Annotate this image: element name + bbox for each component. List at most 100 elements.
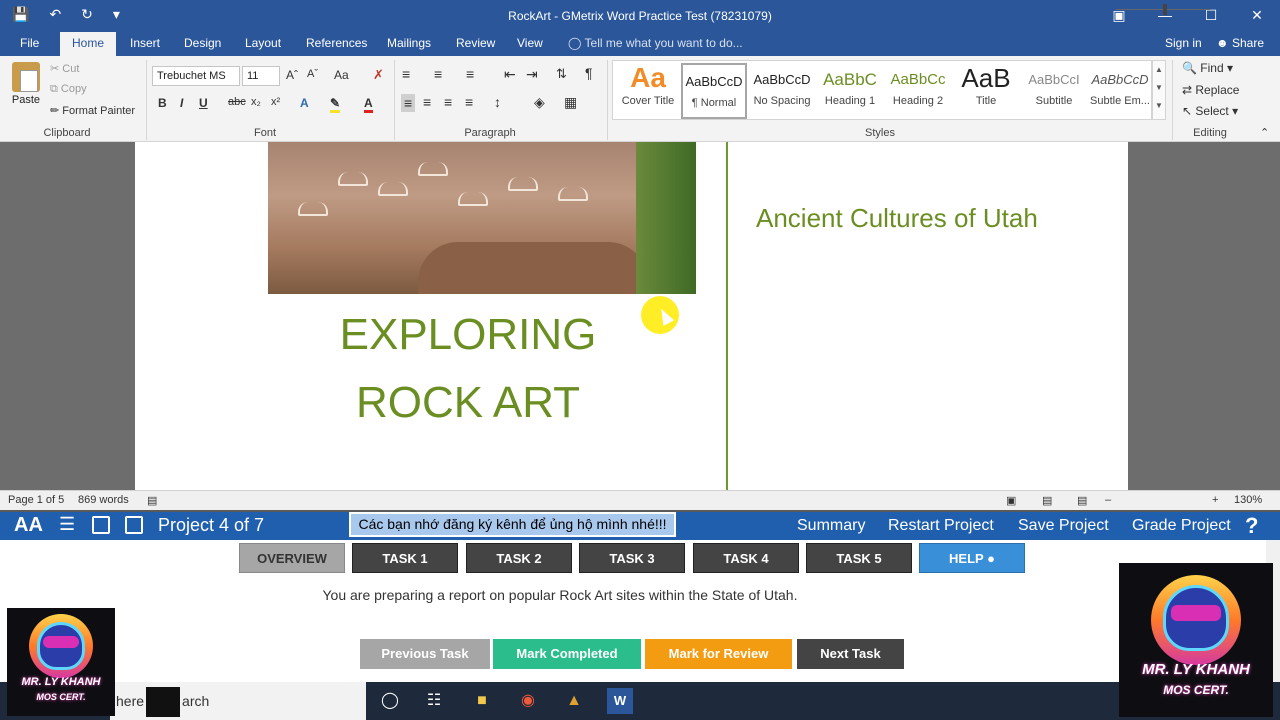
zoom-out-icon[interactable]: –: [1105, 494, 1111, 506]
tab-help[interactable]: HELP ●: [919, 543, 1025, 573]
read-mode-icon[interactable]: ▣: [1006, 494, 1016, 507]
mark-for-review-button[interactable]: Mark for Review: [645, 639, 792, 669]
tab-design[interactable]: Design: [184, 36, 221, 50]
format-painter-button[interactable]: ✏ Format Painter: [50, 104, 135, 117]
multilevel-list-icon[interactable]: ≡: [466, 66, 474, 82]
font-size-icon[interactable]: AA: [14, 514, 43, 537]
borders-icon[interactable]: ▦: [564, 94, 577, 111]
style-subtitle[interactable]: AaBbCcI Subtitle: [1021, 63, 1087, 119]
style-title[interactable]: AaB Title: [953, 63, 1019, 119]
clear-formatting-icon[interactable]: ✗: [373, 67, 384, 83]
cortana-icon[interactable]: ◯: [377, 688, 403, 714]
zoom-slider-thumb[interactable]: [1163, 4, 1167, 15]
menu-icon[interactable]: ☰: [59, 515, 77, 534]
align-center-icon[interactable]: ≡: [423, 94, 431, 110]
rock-art-image[interactable]: [268, 142, 696, 294]
next-task-button[interactable]: Next Task: [797, 639, 904, 669]
decrease-indent-icon[interactable]: ⇤: [504, 66, 516, 83]
taskbar-search[interactable]: here arch: [110, 682, 366, 720]
font-group-label: Font: [253, 127, 276, 139]
summary-link[interactable]: Summary: [797, 517, 865, 535]
tab-task-1[interactable]: TASK 1: [352, 543, 458, 573]
paste-button[interactable]: Paste: [8, 60, 44, 106]
bold-icon[interactable]: B: [158, 96, 167, 110]
increase-indent-icon[interactable]: ⇥: [526, 66, 538, 83]
gmetrix-icon[interactable]: ▲: [561, 688, 587, 714]
tell-me-search[interactable]: ◯ Tell me what you want to do...: [568, 36, 743, 50]
style-normal[interactable]: AaBbCcD ¶ Normal: [681, 63, 747, 119]
style-no-spacing[interactable]: AaBbCcD No Spacing: [749, 63, 815, 119]
show-marks-icon[interactable]: ¶: [585, 65, 593, 81]
highlight-icon[interactable]: ✎: [330, 96, 341, 113]
tab-overview[interactable]: OVERVIEW: [239, 543, 345, 573]
style-heading-1[interactable]: AaBbC Heading 1: [817, 63, 883, 119]
styles-gallery-scroll[interactable]: ▲ ▼ ▼: [1152, 60, 1166, 120]
help-icon[interactable]: ?: [1245, 513, 1258, 539]
copy-button[interactable]: ⧉ Copy: [50, 83, 87, 96]
file-explorer-icon[interactable]: ■: [469, 688, 495, 714]
line-spacing-icon[interactable]: ↕: [494, 94, 501, 110]
grade-project-link[interactable]: Grade Project: [1132, 517, 1231, 535]
grow-font-icon[interactable]: Aˆ: [286, 68, 298, 82]
cut-button[interactable]: ✂ Cut: [50, 62, 79, 75]
style-subtle-emphasis[interactable]: AaBbCcD Subtle Em...: [1087, 63, 1153, 119]
proofing-icon[interactable]: ▤: [147, 494, 157, 507]
italic-icon[interactable]: I: [180, 96, 183, 110]
underline-icon[interactable]: U: [199, 96, 208, 110]
text-effects-icon[interactable]: A: [300, 96, 309, 110]
tab-layout[interactable]: Layout: [245, 36, 281, 50]
numbering-icon[interactable]: ≡: [434, 66, 442, 82]
task-view-icon[interactable]: ☷: [421, 688, 447, 714]
tab-task-3[interactable]: TASK 3: [579, 543, 685, 573]
strikethrough-icon[interactable]: abc: [228, 96, 246, 108]
subscript-icon[interactable]: x₂: [251, 96, 261, 108]
align-left-icon[interactable]: ≡: [401, 94, 416, 112]
tab-mailings[interactable]: Mailings: [387, 36, 431, 50]
change-case-button[interactable]: Aa: [334, 68, 349, 82]
font-color-icon[interactable]: A: [364, 96, 373, 113]
find-button[interactable]: 🔍 Find ▾: [1182, 61, 1233, 75]
chrome-icon[interactable]: ◉: [515, 688, 541, 714]
font-size-box[interactable]: 11: [242, 66, 280, 86]
tab-task-5[interactable]: TASK 5: [806, 543, 912, 573]
style-cover-title[interactable]: Aa Cover Title: [615, 63, 681, 119]
font-name-box[interactable]: Trebuchet MS: [152, 66, 240, 86]
mark-completed-button[interactable]: Mark Completed: [493, 639, 641, 669]
bullets-icon[interactable]: ≡: [402, 66, 410, 82]
shrink-font-icon[interactable]: Aˇ: [307, 68, 318, 80]
share-button[interactable]: ☻ Share: [1216, 36, 1264, 50]
tab-review[interactable]: Review: [456, 36, 495, 50]
word-icon[interactable]: W: [607, 688, 633, 714]
tab-file[interactable]: File: [20, 36, 39, 50]
tab-task-4[interactable]: TASK 4: [693, 543, 799, 573]
style-heading-2[interactable]: AaBbCc Heading 2: [885, 63, 951, 119]
word-count[interactable]: 869 words: [78, 494, 129, 506]
save-project-link[interactable]: Save Project: [1018, 517, 1109, 535]
web-layout-icon[interactable]: ▤: [1077, 494, 1087, 507]
tab-references[interactable]: References: [306, 36, 367, 50]
print-layout-icon[interactable]: ▤: [1042, 494, 1052, 507]
restart-project-link[interactable]: Restart Project: [888, 517, 994, 535]
page-count[interactable]: Page 1 of 5: [8, 494, 64, 506]
previous-task-button[interactable]: Previous Task: [360, 639, 490, 669]
maximize-icon[interactable]: ☐: [1188, 0, 1234, 32]
zoom-level[interactable]: 130%: [1234, 494, 1262, 506]
select-button[interactable]: ↖ Select ▾: [1182, 104, 1238, 118]
tab-task-2[interactable]: TASK 2: [466, 543, 572, 573]
justify-icon[interactable]: ≡: [465, 94, 473, 110]
tab-home[interactable]: Home: [60, 32, 116, 56]
collapse-ribbon-icon[interactable]: ⌃: [1260, 126, 1269, 139]
shading-icon[interactable]: ◈: [534, 94, 545, 111]
sort-icon[interactable]: ⇅: [556, 66, 567, 82]
ribbon-display-icon[interactable]: ▣: [1096, 0, 1142, 32]
save-tray-icon[interactable]: [92, 516, 110, 534]
align-right-icon[interactable]: ≡: [444, 94, 452, 110]
replace-button[interactable]: ⇄ Replace: [1182, 83, 1239, 97]
zoom-in-icon[interactable]: +: [1212, 494, 1218, 506]
window-icon[interactable]: [125, 516, 143, 534]
tab-view[interactable]: View: [517, 36, 543, 50]
close-icon[interactable]: ✕: [1234, 0, 1280, 32]
tab-insert[interactable]: Insert: [130, 36, 160, 50]
superscript-icon[interactable]: x²: [271, 96, 280, 108]
sign-in-link[interactable]: Sign in: [1165, 36, 1202, 50]
